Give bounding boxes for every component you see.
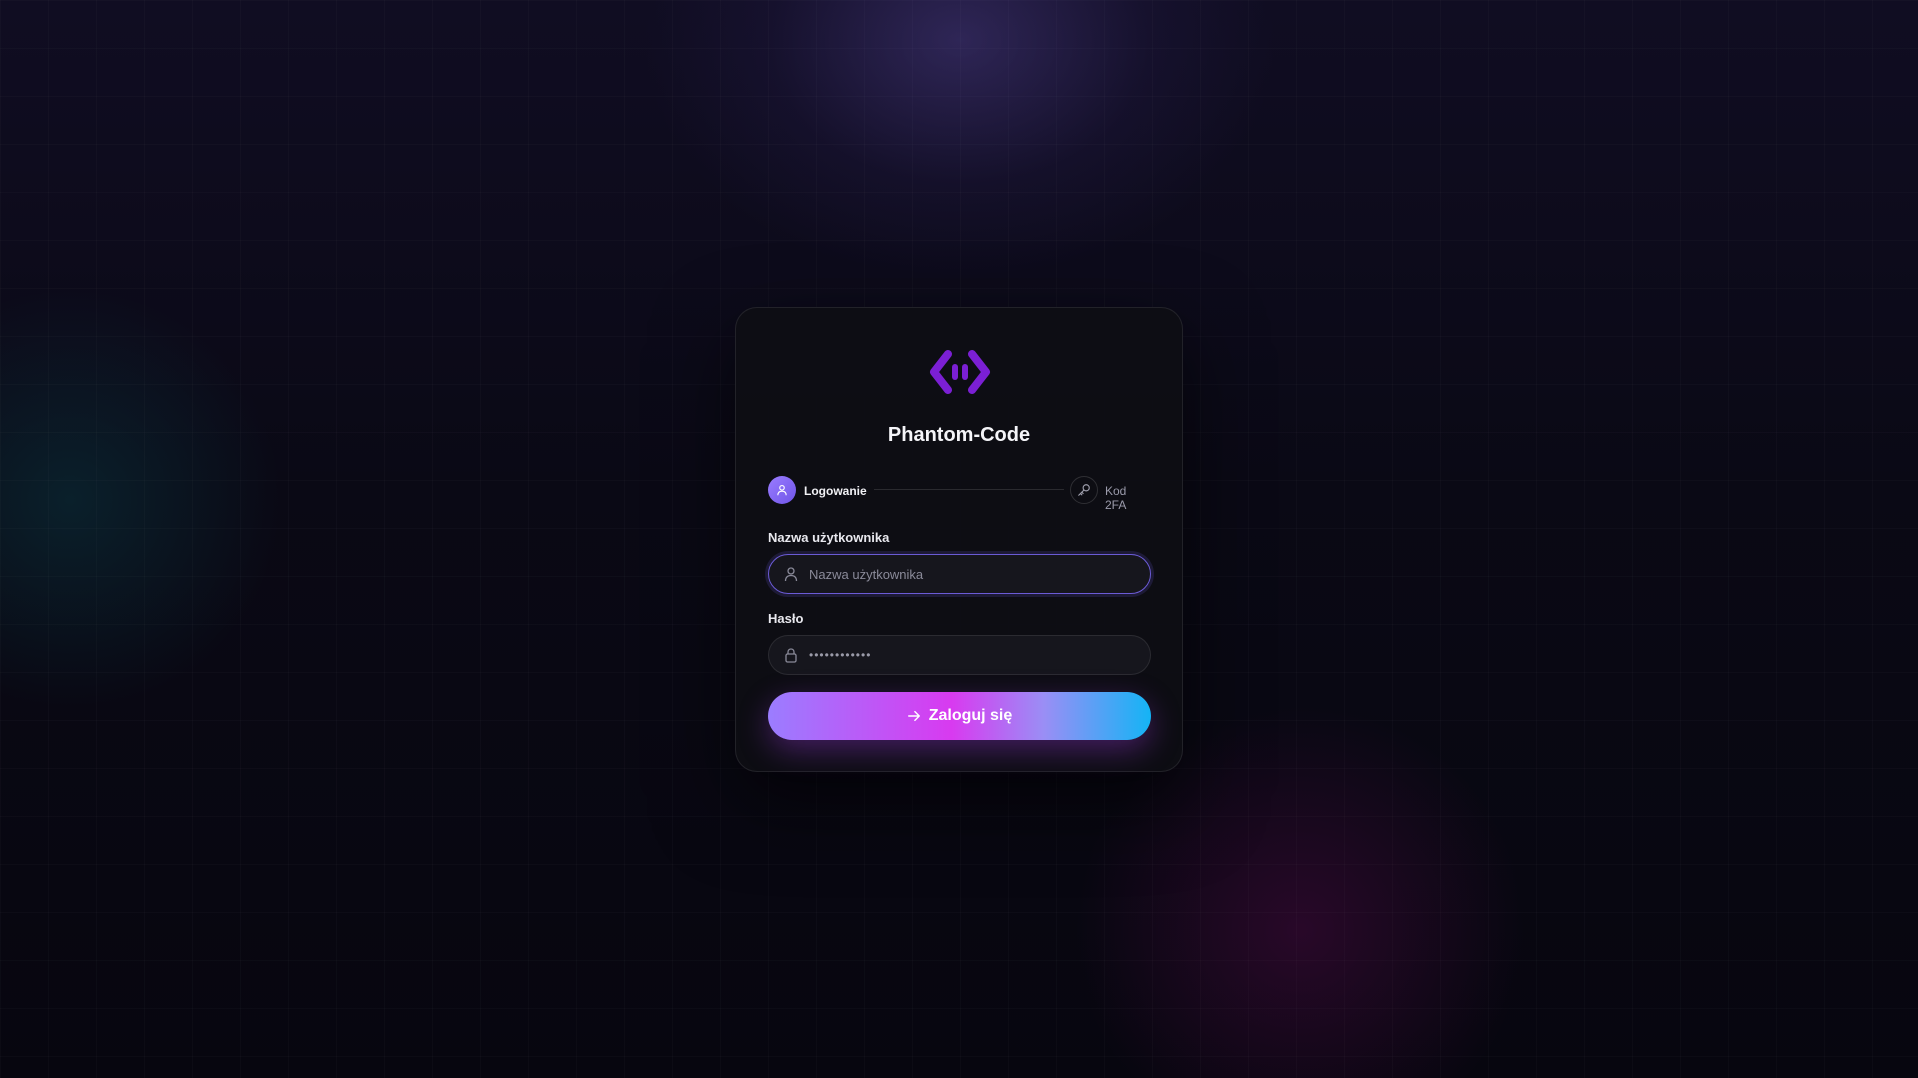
username-input[interactable] — [809, 555, 1139, 593]
arrow-right-icon — [907, 710, 920, 722]
login-steps: Logowanie Kod 2FA — [768, 476, 1151, 512]
login-button-label: Zaloguj się — [928, 707, 1013, 724]
key-icon — [1078, 484, 1090, 496]
login-button[interactable]: Zaloguj się — [768, 692, 1151, 740]
step-connector — [874, 489, 1064, 490]
login-card: Phantom-Code Logowanie Kod 2FA Nazwa uży… — [735, 307, 1183, 772]
step-login-indicator — [768, 476, 796, 504]
user-icon — [784, 567, 798, 582]
username-field[interactable] — [768, 554, 1151, 594]
lock-icon — [785, 648, 797, 663]
password-field[interactable]: •••••••••••• — [768, 635, 1151, 675]
step-2fa-indicator — [1070, 476, 1098, 504]
code-brackets-logo-icon — [930, 350, 990, 394]
user-icon — [777, 484, 787, 496]
username-label: Nazwa użytkownika — [768, 530, 890, 545]
app-title: Phantom-Code — [887, 424, 1031, 446]
step-2fa-label: Kod 2FA — [1105, 484, 1127, 512]
password-label: Hasło — [768, 611, 804, 626]
password-input[interactable]: •••••••••••• — [809, 648, 871, 662]
step-login-label: Logowanie — [804, 484, 867, 498]
